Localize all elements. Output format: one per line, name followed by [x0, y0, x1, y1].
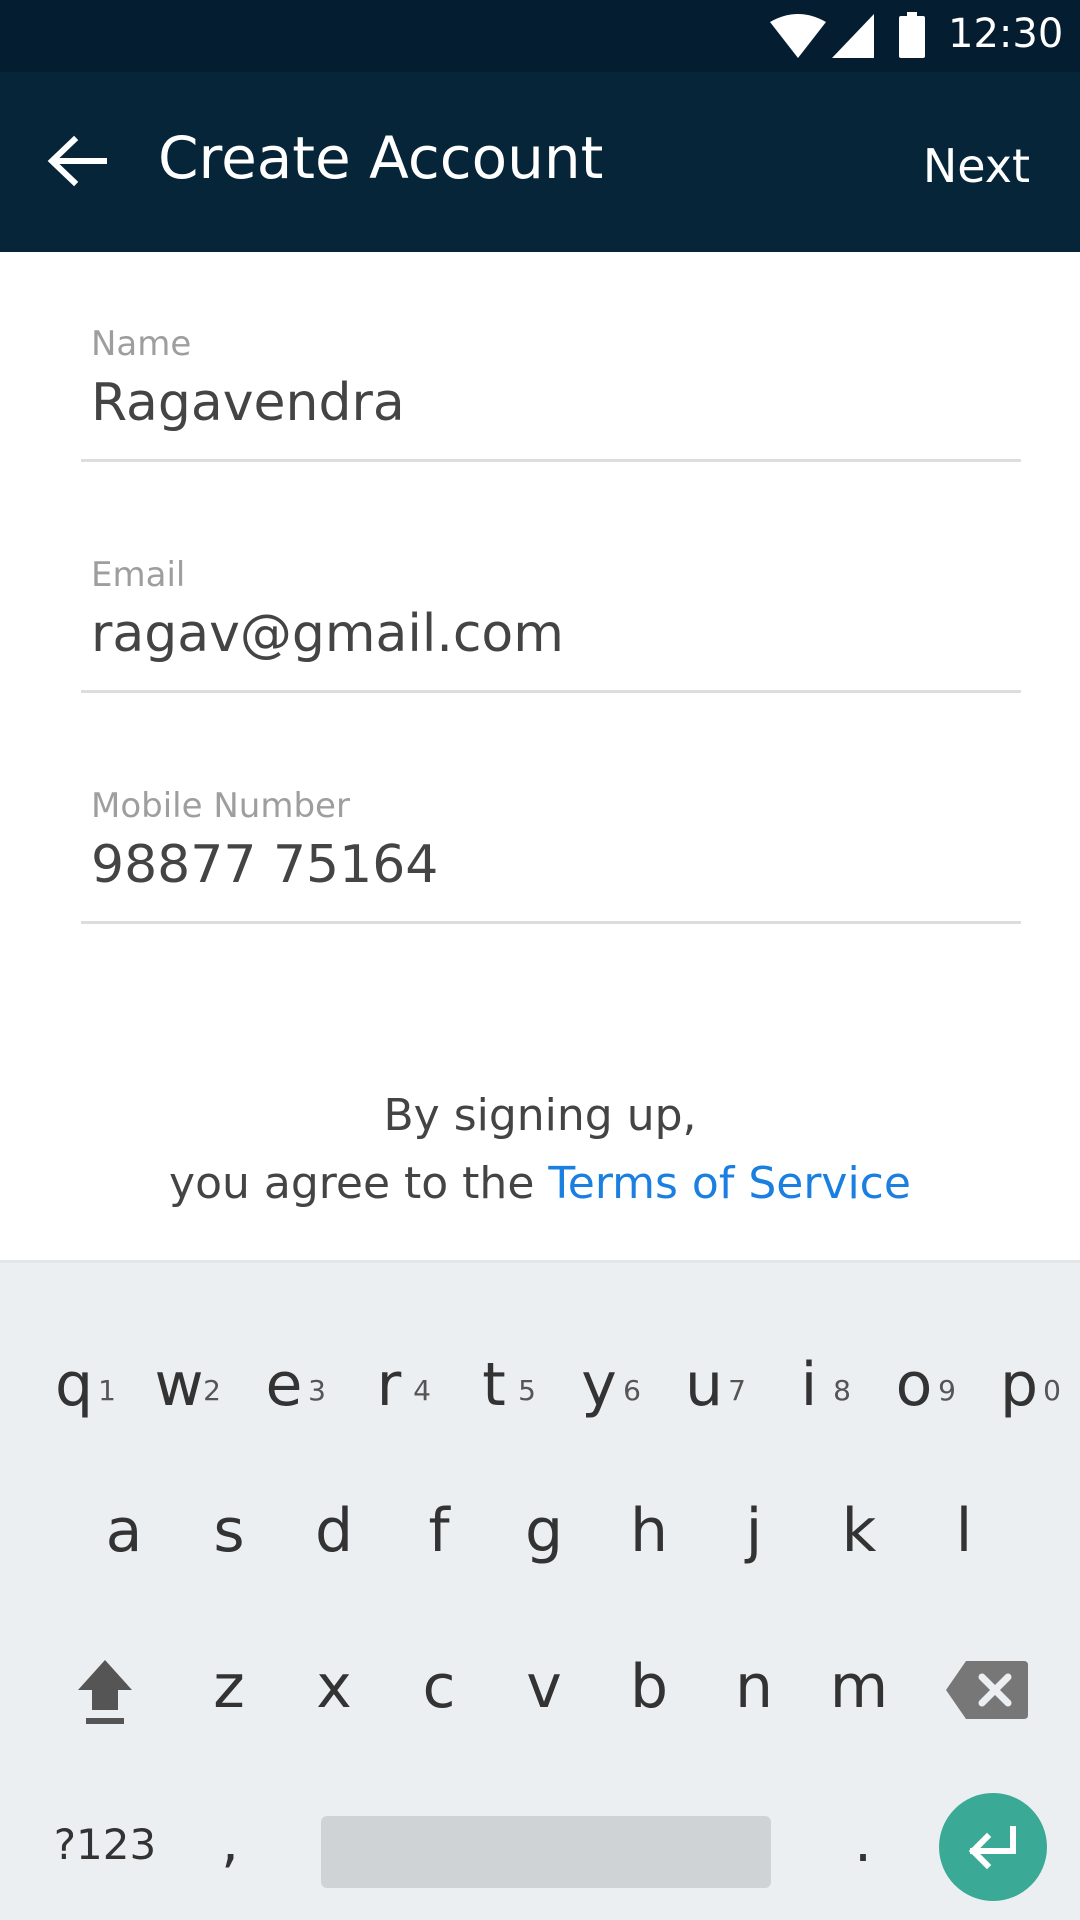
- mobile-number-label: Mobile Number: [91, 786, 350, 826]
- key-label: m: [829, 1652, 889, 1722]
- mobile-number-underline: [81, 921, 1021, 924]
- key-q[interactable]: q1: [24, 1309, 124, 1439]
- app-bar: Create Account Next: [0, 72, 1080, 252]
- key-label: n: [734, 1652, 774, 1722]
- name-underline: [81, 459, 1021, 462]
- key-c[interactable]: c: [389, 1617, 489, 1747]
- key-hint: 2: [203, 1374, 221, 1407]
- key-label: k: [841, 1496, 877, 1566]
- email-field[interactable]: Email ragav@gmail.com: [81, 553, 1021, 693]
- key-i[interactable]: i8: [759, 1309, 859, 1439]
- key-j[interactable]: j: [704, 1461, 804, 1591]
- key-label: x: [316, 1652, 352, 1722]
- key-label: h: [629, 1496, 669, 1566]
- key-label: c: [422, 1652, 456, 1722]
- key-k[interactable]: k: [809, 1461, 909, 1591]
- key-label: d: [314, 1496, 354, 1566]
- key-hint: 6: [623, 1374, 641, 1407]
- key-l[interactable]: l: [914, 1461, 1014, 1591]
- key-label: g: [524, 1496, 564, 1566]
- key-d[interactable]: d: [284, 1461, 384, 1591]
- terms-line-1: By signing up,: [383, 1090, 697, 1141]
- key-hint: 4: [413, 1374, 431, 1407]
- wifi-icon: [770, 14, 826, 58]
- key-label: b: [629, 1652, 669, 1722]
- key-r[interactable]: r4: [339, 1309, 439, 1439]
- battery-icon: [899, 12, 925, 58]
- key-label: l: [955, 1496, 973, 1566]
- key-label: v: [526, 1652, 562, 1722]
- enter-icon: [968, 1826, 1016, 1870]
- enter-key[interactable]: [939, 1793, 1047, 1901]
- key-u[interactable]: u7: [654, 1309, 754, 1439]
- key-hint: 5: [518, 1374, 536, 1407]
- key-t[interactable]: t5: [444, 1309, 544, 1439]
- key-s[interactable]: s: [179, 1461, 279, 1591]
- key-w[interactable]: w2: [129, 1309, 229, 1439]
- email-label: Email: [91, 555, 186, 595]
- space-key[interactable]: [321, 1816, 771, 1888]
- status-bar: 12:30: [0, 0, 1080, 72]
- key-p[interactable]: p0: [969, 1309, 1069, 1439]
- key-hint: 3: [308, 1374, 326, 1407]
- terms-of-service-link[interactable]: Terms of Service: [548, 1158, 911, 1209]
- key-label: j: [745, 1496, 763, 1566]
- terms-prefix: you agree to the: [169, 1158, 549, 1209]
- key-g[interactable]: g: [494, 1461, 594, 1591]
- name-field[interactable]: Name Ragavendra: [81, 322, 1021, 462]
- key-f[interactable]: f: [389, 1461, 489, 1591]
- shift-key[interactable]: [60, 1648, 150, 1738]
- page-title: Create Account: [158, 124, 604, 192]
- backspace-key[interactable]: [944, 1655, 1030, 1725]
- key-o[interactable]: o9: [864, 1309, 964, 1439]
- key-label: s: [213, 1496, 245, 1566]
- key-hint: 0: [1043, 1374, 1061, 1407]
- key-label: a: [105, 1496, 143, 1566]
- key-n[interactable]: n: [704, 1617, 804, 1747]
- email-input[interactable]: ragav@gmail.com: [91, 601, 564, 669]
- key-hint: 1: [98, 1374, 116, 1407]
- symbols-key[interactable]: ?123: [30, 1815, 180, 1875]
- on-screen-keyboard: ?123 , . q1w2e3r4t5y6u7i8o9p0 asd f gh j k l z x…: [0, 1260, 1080, 1920]
- mobile-number-field[interactable]: Mobile Number 98877 75164: [81, 784, 1021, 924]
- email-underline: [81, 690, 1021, 693]
- key-z[interactable]: z: [179, 1617, 279, 1747]
- key-hint: 8: [833, 1374, 851, 1407]
- key-label: z: [213, 1652, 245, 1722]
- key-x[interactable]: x: [284, 1617, 384, 1747]
- backspace-icon: [946, 1661, 1028, 1719]
- terms-notice: By signing up, you agree to the Terms of…: [0, 1082, 1080, 1218]
- key-v[interactable]: v: [494, 1617, 594, 1747]
- key-y[interactable]: y6: [549, 1309, 649, 1439]
- name-label: Name: [91, 324, 192, 364]
- period-key[interactable]: .: [830, 1803, 896, 1883]
- key-h[interactable]: h: [599, 1461, 699, 1591]
- terms-line-2: you agree to the Terms of Service: [0, 1150, 1080, 1218]
- key-m[interactable]: m: [809, 1617, 909, 1747]
- arrow-left-icon[interactable]: [44, 128, 110, 194]
- key-hint: 7: [728, 1374, 746, 1407]
- next-button[interactable]: Next: [923, 134, 1030, 198]
- key-label: f: [428, 1496, 450, 1566]
- key-e[interactable]: e3: [234, 1309, 334, 1439]
- key-b[interactable]: b: [599, 1617, 699, 1747]
- status-time: 12:30: [948, 11, 1064, 57]
- key-hint: 9: [938, 1374, 956, 1407]
- mobile-number-input[interactable]: 98877 75164: [91, 832, 438, 900]
- comma-key[interactable]: ,: [200, 1803, 260, 1883]
- shift-icon: [78, 1660, 132, 1724]
- key-a[interactable]: a: [74, 1461, 174, 1591]
- name-input[interactable]: Ragavendra: [91, 370, 405, 438]
- cellular-signal-icon: [832, 14, 874, 58]
